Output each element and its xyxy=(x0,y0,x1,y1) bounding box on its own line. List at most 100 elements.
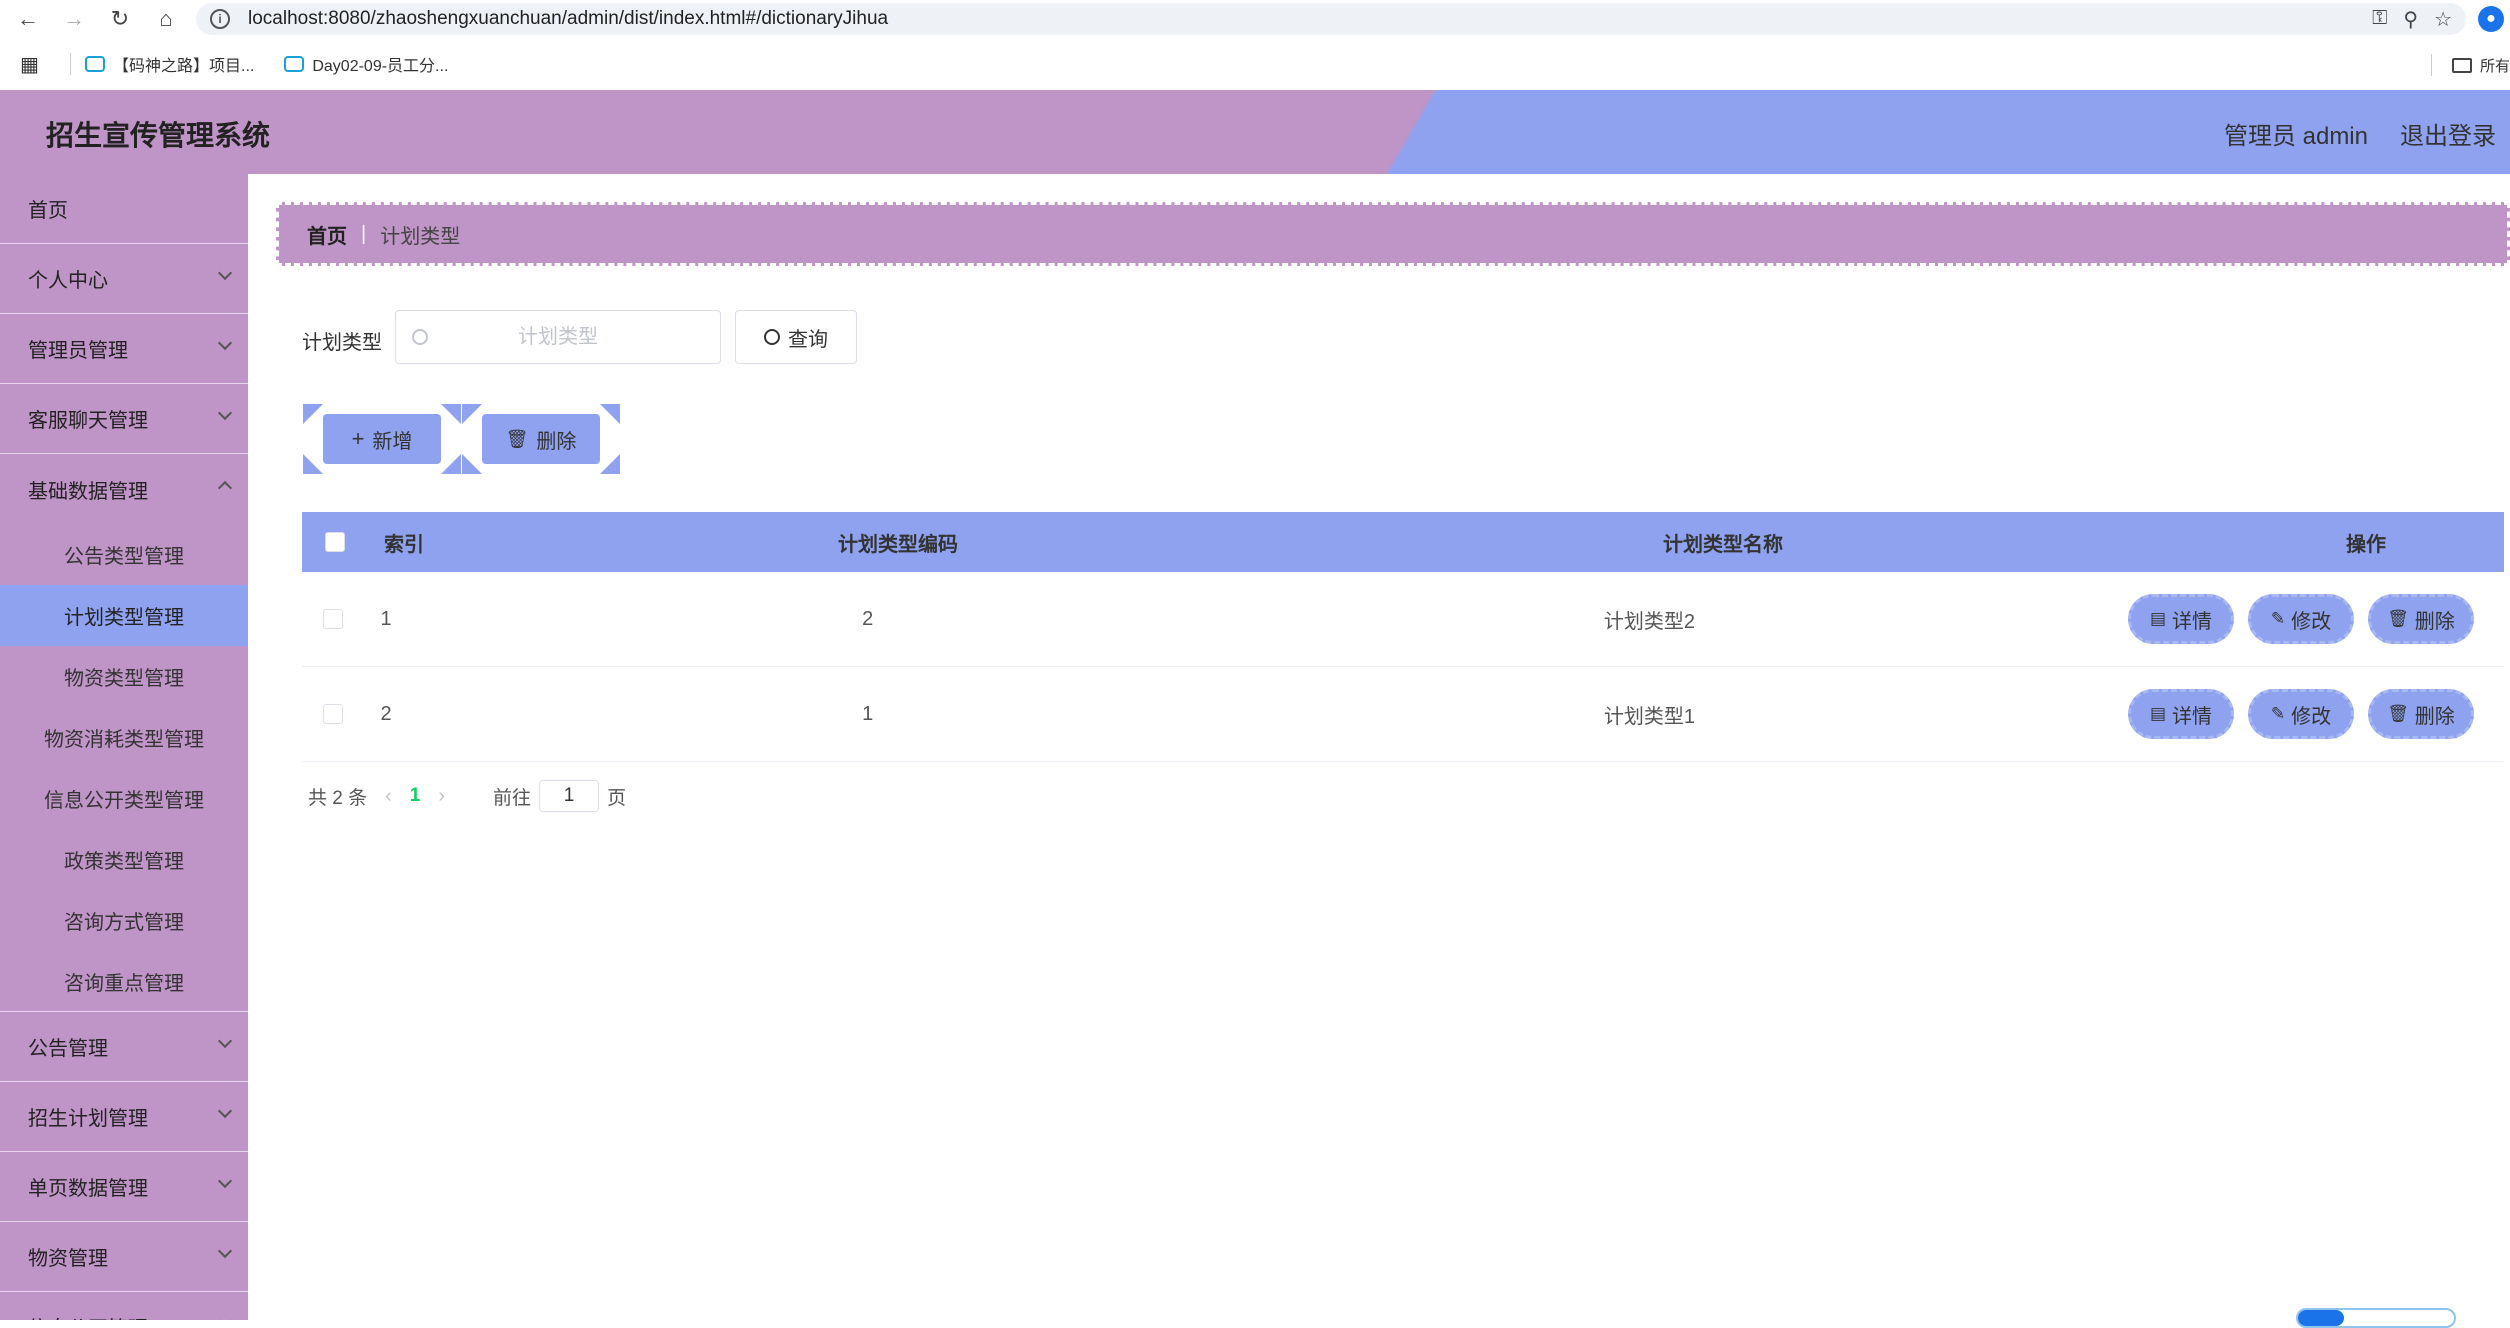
forward-icon[interactable]: → xyxy=(56,1,92,37)
sidebar-item-admin[interactable]: 管理员管理 xyxy=(0,314,248,384)
sidebar-item-notices[interactable]: 公告管理 xyxy=(0,1012,248,1082)
search-label: 计划类型 xyxy=(302,332,382,354)
row-checkbox[interactable] xyxy=(323,609,344,629)
row-delete-button[interactable]: 🗑 删除 xyxy=(2368,689,2474,739)
site-info-icon[interactable]: i xyxy=(210,9,230,29)
sidebar-item-chat[interactable]: 客服聊天管理 xyxy=(0,384,248,454)
floating-scroll-widget[interactable] xyxy=(2296,1308,2456,1328)
row-delete-button[interactable]: 🗑 删除 xyxy=(2368,594,2474,644)
page-number-current[interactable]: 1 xyxy=(410,785,421,807)
cell-index: 1 xyxy=(380,607,392,630)
column-header-name: 计划类型名称 xyxy=(1663,533,1783,556)
submenu-item-material-type[interactable]: 物资类型管理 xyxy=(0,646,248,707)
detail-button-label: 详情 xyxy=(2172,705,2213,728)
bookmark-item[interactable]: 【码神之路】项目... xyxy=(85,52,254,76)
goto-page-input[interactable]: 1 xyxy=(539,780,600,812)
current-user: 管理员 admin xyxy=(2223,123,2368,150)
chevron-down-icon xyxy=(217,1103,233,1119)
select-all-checkbox[interactable] xyxy=(325,532,345,552)
chevron-up-icon xyxy=(217,480,233,496)
scroll-thumb[interactable] xyxy=(2298,1310,2344,1326)
search-icon xyxy=(764,329,780,345)
sidebar-item-label: 基础数据管理 xyxy=(28,480,148,503)
pagination: 共 2 条 ‹ 1 › 前往 1 页 xyxy=(308,780,626,812)
chevron-down-icon xyxy=(217,1173,233,1189)
breadcrumb-home[interactable]: 首页 xyxy=(307,220,347,249)
sidebar-item-label: 信息公开管理 xyxy=(28,1312,148,1320)
sidebar-item-personal-center[interactable]: 个人中心 xyxy=(0,244,248,314)
sidebar-item-label: 管理员管理 xyxy=(28,340,128,362)
chevron-right-icon[interactable]: › xyxy=(438,785,445,808)
home-icon[interactable]: ⌂ xyxy=(148,1,184,37)
bookmarks-bar: ▦ 【码神之路】项目... Day02-09-员工分... 所有 xyxy=(0,44,2510,84)
submenu-item-consumption-type[interactable]: 物资消耗类型管理 xyxy=(0,707,248,768)
submenu-item-consult-method[interactable]: 咨询方式管理 xyxy=(0,890,248,951)
delete-button-label: 删除 xyxy=(536,430,577,453)
sidebar-item-materials[interactable]: 物资管理 xyxy=(0,1222,248,1292)
submenu-item-consult-focus[interactable]: 咨询重点管理 xyxy=(0,951,248,1012)
detail-button[interactable]: ▤ 详情 xyxy=(2128,689,2234,739)
cell-index: 2 xyxy=(380,702,392,725)
document-icon: ▤ xyxy=(2149,704,2167,723)
sidebar-item-home[interactable]: 首页 xyxy=(0,174,248,244)
reload-icon[interactable]: ↻ xyxy=(102,1,138,37)
breadcrumb-separator: | xyxy=(361,222,367,245)
submenu-item-info-public-type[interactable]: 信息公开类型管理 xyxy=(0,768,248,829)
row-delete-button-label: 删除 xyxy=(2414,705,2455,728)
bookmark-item[interactable]: Day02-09-员工分... xyxy=(284,52,448,76)
trash-icon: 🗑 xyxy=(505,428,529,449)
trash-icon: 🗑 xyxy=(2387,704,2409,723)
search-field[interactable] xyxy=(395,310,721,364)
breadcrumb-current: 计划类型 xyxy=(380,225,461,248)
sidebar-item-label: 公告管理 xyxy=(28,1038,108,1060)
zoom-icon[interactable]: ⚲ xyxy=(2403,7,2418,32)
star-icon[interactable]: ☆ xyxy=(2434,7,2452,32)
decorative-corner xyxy=(600,404,620,424)
pagination-total: 共 2 条 xyxy=(308,787,368,809)
edit-button[interactable]: ✎ 修改 xyxy=(2248,689,2354,739)
table-header: 索引 计划类型编码 计划类型名称 操作 xyxy=(302,512,2504,572)
row-checkbox[interactable] xyxy=(323,704,344,724)
decorative-corner xyxy=(441,404,461,424)
cell-name: 计划类型2 xyxy=(1603,610,1695,633)
sidebar-item-single-page[interactable]: 单页数据管理 xyxy=(0,1152,248,1222)
sidebar-item-info-public[interactable]: 信息公开管理 xyxy=(0,1292,248,1320)
sidebar-item-enroll-plan[interactable]: 招生计划管理 xyxy=(0,1082,248,1152)
sidebar-item-label: 首页 xyxy=(28,200,68,222)
pencil-icon: ✎ xyxy=(2270,609,2286,628)
browser-toolbar: ← → ↻ ⌂ i localhost:8080/zhaoshengxuanch… xyxy=(0,0,2510,38)
apps-grid-icon[interactable]: ▦ xyxy=(20,52,46,77)
address-bar[interactable]: i localhost:8080/zhaoshengxuanchuan/admi… xyxy=(196,3,2466,35)
pencil-icon: ✎ xyxy=(2270,704,2286,723)
submenu-item-policy-type[interactable]: 政策类型管理 xyxy=(0,829,248,890)
chevron-left-icon[interactable]: ‹ xyxy=(385,785,392,808)
submenu-item-plan-type[interactable]: 计划类型管理 xyxy=(0,585,248,646)
profile-icon[interactable]: ● xyxy=(2478,6,2504,32)
detail-button[interactable]: ▤ 详情 xyxy=(2128,594,2234,644)
bookmark-label: Day02-09-员工分... xyxy=(312,58,449,75)
decorative-corner xyxy=(441,454,461,474)
all-bookmarks[interactable]: 所有 xyxy=(2430,54,2510,76)
back-icon[interactable]: ← xyxy=(10,1,46,37)
search-input[interactable] xyxy=(396,311,720,363)
sidebar-item-label: 招生计划管理 xyxy=(28,1108,148,1130)
submenu-item-notice-type[interactable]: 公告类型管理 xyxy=(0,524,248,585)
sidebar-item-basic-data[interactable]: 基础数据管理 xyxy=(0,454,248,524)
app-title: 招生宣传管理系统 xyxy=(46,120,271,151)
key-icon[interactable]: ⚿ xyxy=(2372,7,2387,32)
edit-button[interactable]: ✎ 修改 xyxy=(2248,594,2354,644)
add-button[interactable]: + 新增 xyxy=(323,414,441,464)
sidebar-item-label: 客服聊天管理 xyxy=(28,410,148,432)
column-header-code: 计划类型编码 xyxy=(838,533,958,556)
bookmark-divider xyxy=(70,53,71,75)
delete-button[interactable]: 🗑 删除 xyxy=(482,414,600,464)
chevron-down-icon xyxy=(217,335,233,351)
logout-link[interactable]: 退出登录 xyxy=(2400,116,2496,151)
chevron-down-icon xyxy=(217,265,233,281)
bilibili-icon xyxy=(85,56,105,72)
document-icon: ▤ xyxy=(2149,609,2167,628)
query-button[interactable]: 查询 xyxy=(735,310,857,364)
all-bookmarks-label: 所有 xyxy=(2479,57,2510,75)
chevron-down-icon xyxy=(217,1033,233,1049)
plus-icon: + xyxy=(351,426,365,451)
